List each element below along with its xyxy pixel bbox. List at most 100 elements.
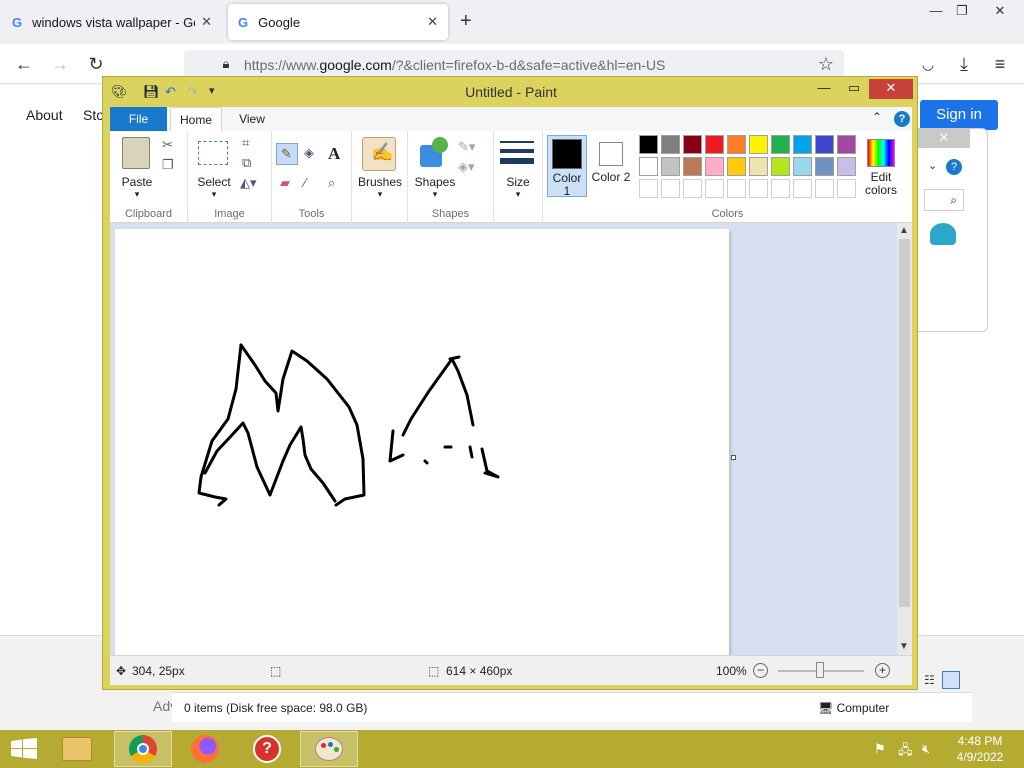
palette-swatch[interactable] — [749, 157, 768, 176]
bookmark-star-icon[interactable]: ☆ — [814, 52, 838, 76]
close-tab-icon[interactable]: ✕ — [201, 14, 212, 30]
large-icons-view-icon[interactable] — [942, 671, 960, 689]
fill-icon[interactable]: ◈ — [304, 145, 314, 161]
custom-color-slot[interactable] — [683, 179, 702, 198]
shapes-icon[interactable] — [420, 137, 450, 169]
downloads-icon[interactable]: ⤓ — [952, 52, 976, 76]
drawing-canvas[interactable] — [115, 229, 729, 655]
back-arrow-icon[interactable]: ← — [12, 52, 36, 76]
resize-icon[interactable]: ⧉ — [242, 155, 251, 171]
size-icon[interactable] — [500, 139, 534, 167]
palette-swatch[interactable] — [837, 157, 856, 176]
fill-shape-icon[interactable]: ◈▾ — [458, 159, 475, 175]
about-link[interactable]: About — [26, 107, 63, 123]
color-picker-icon[interactable]: ⁄ — [304, 175, 306, 190]
maximize-button[interactable]: ▭ — [839, 79, 869, 99]
palette-swatch[interactable] — [793, 157, 812, 176]
brushes-dropdown-icon[interactable]: ▾ — [352, 189, 408, 200]
custom-color-slot[interactable] — [771, 179, 790, 198]
vertical-scrollbar[interactable]: ▲ ▼ — [897, 223, 912, 655]
scroll-up-icon[interactable]: ▲ — [899, 225, 909, 236]
palette-swatch[interactable] — [639, 135, 658, 154]
magnifier-icon[interactable]: ⌕ — [328, 175, 335, 191]
text-tool-icon[interactable]: A — [328, 144, 340, 164]
custom-color-slot[interactable] — [749, 179, 768, 198]
scrollbar-thumb[interactable] — [899, 239, 910, 607]
color1-button[interactable]: Color 1 — [547, 135, 587, 198]
paste-icon[interactable] — [122, 137, 150, 169]
custom-color-slot[interactable] — [815, 179, 834, 198]
zoom-in-icon[interactable]: + — [875, 663, 890, 678]
restore-browser-button[interactable]: ❐ — [942, 0, 982, 22]
palette-swatch[interactable] — [661, 135, 680, 154]
copy-icon[interactable]: ❐ — [162, 157, 174, 173]
chevron-down-icon[interactable]: ⌄ — [928, 159, 937, 172]
network-tray-icon[interactable]: 🖧︎ — [898, 741, 913, 763]
sign-in-button[interactable]: Sign in — [920, 100, 998, 130]
help-icon[interactable]: ? — [946, 159, 962, 175]
palette-swatch[interactable] — [793, 135, 812, 154]
palette-swatch[interactable] — [749, 135, 768, 154]
browser-tab-google[interactable]: G Google ✕ — [228, 4, 448, 40]
forward-arrow-icon[interactable]: → — [48, 52, 72, 76]
browser-tab-wallpaper[interactable]: G windows vista wallpaper - Goog ✕ — [2, 4, 222, 40]
taskbar-file-explorer[interactable] — [48, 731, 106, 767]
scroll-down-icon[interactable]: ▼ — [899, 641, 909, 652]
rotate-icon[interactable]: ◭▾ — [240, 175, 257, 191]
taskbar-paint[interactable] — [300, 731, 358, 767]
custom-color-slot[interactable] — [793, 179, 812, 198]
color2-button[interactable]: Color 2 — [591, 135, 631, 197]
zoom-slider-thumb[interactable] — [816, 662, 824, 678]
start-button[interactable] — [10, 738, 38, 760]
outline-icon[interactable]: ✎▾ — [458, 139, 475, 155]
brushes-icon[interactable]: ✍ — [362, 137, 396, 171]
palette-swatch[interactable] — [815, 157, 834, 176]
volume-muted-icon[interactable]: 🔇︎ — [922, 741, 930, 757]
palette-swatch[interactable] — [661, 157, 680, 176]
taskbar-help[interactable]: ? — [238, 731, 296, 767]
taskbar-chrome[interactable] — [114, 731, 172, 767]
details-view-icon[interactable]: ☷ — [924, 673, 935, 687]
pocket-icon[interactable]: ◡ — [916, 52, 940, 76]
shapes-dropdown-icon[interactable]: ▾ — [412, 189, 458, 200]
eraser-icon[interactable]: ▰ — [280, 175, 290, 191]
size-dropdown-icon[interactable]: ▾ — [494, 189, 542, 200]
close-button[interactable]: ✕ — [869, 79, 913, 99]
crop-icon[interactable]: ⌗ — [242, 135, 249, 151]
size-button[interactable]: Size — [494, 175, 542, 189]
edit-colors-button[interactable]: Edit colors — [859, 135, 903, 197]
new-tab-button[interactable]: + — [460, 10, 472, 33]
close-browser-button[interactable]: ✕ — [980, 0, 1020, 22]
canvas-resize-handle[interactable] — [731, 455, 736, 460]
palette-swatch[interactable] — [815, 135, 834, 154]
search-icon[interactable]: ⌕ — [924, 189, 964, 211]
brushes-button[interactable]: Brushes — [352, 175, 408, 189]
menu-icon[interactable]: ≡ — [988, 52, 1012, 76]
store-link[interactable]: Sto — [83, 107, 104, 123]
palette-swatch[interactable] — [727, 157, 746, 176]
palette-swatch[interactable] — [705, 157, 724, 176]
shapes-button[interactable]: Shapes — [412, 175, 458, 189]
paint-title-bar[interactable]: 🎨︎ 💾︎ ↶ ↷ ▾ Untitled - Paint — ▭ ✕ — [103, 77, 919, 107]
palette-swatch[interactable] — [705, 135, 724, 154]
tab-home[interactable]: Home — [170, 107, 222, 131]
palette-swatch[interactable] — [771, 157, 790, 176]
clock-date[interactable]: 4/9/2022 — [952, 750, 1008, 764]
url-bar[interactable]: 🔒︎ https://www.google.com/?&client=firef… — [184, 50, 844, 78]
help-icon[interactable]: ? — [894, 111, 910, 127]
select-button[interactable]: Select — [192, 175, 236, 189]
tab-view[interactable]: View — [228, 107, 276, 131]
palette-swatch[interactable] — [771, 135, 790, 154]
custom-color-slot[interactable] — [705, 179, 724, 198]
minimize-button[interactable]: — — [809, 79, 839, 99]
paste-button[interactable]: Paste — [114, 175, 160, 189]
explorer-close-button[interactable]: ✕ — [918, 128, 970, 148]
custom-color-slot[interactable] — [837, 179, 856, 198]
tab-file[interactable]: File — [110, 107, 167, 131]
palette-swatch[interactable] — [837, 135, 856, 154]
custom-color-slot[interactable] — [727, 179, 746, 198]
palette-swatch[interactable] — [683, 157, 702, 176]
cut-icon[interactable]: ✂ — [162, 137, 173, 153]
palette-swatch[interactable] — [639, 157, 658, 176]
custom-color-slot[interactable] — [661, 179, 680, 198]
